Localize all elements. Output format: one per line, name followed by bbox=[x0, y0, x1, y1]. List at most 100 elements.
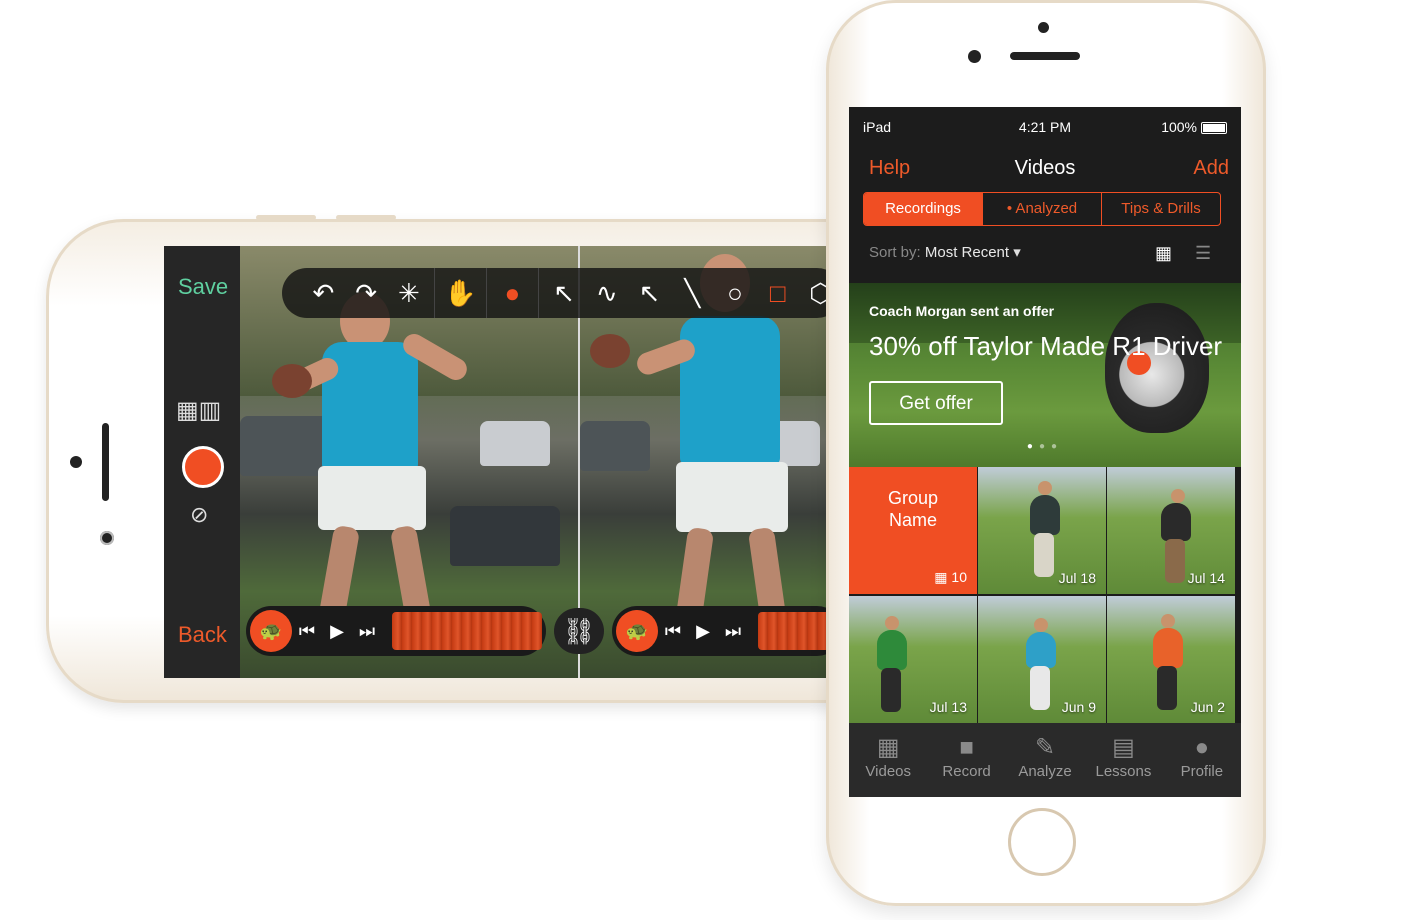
lessons-icon: ▤ bbox=[1112, 734, 1135, 761]
group-tile[interactable]: Group Name ▦ 10 bbox=[849, 467, 977, 594]
tab-analyzed[interactable]: • Analyzed bbox=[983, 193, 1102, 225]
filter-segmented-control: Recordings • Analyzed Tips & Drills bbox=[863, 192, 1221, 226]
tab-tips-drills[interactable]: Tips & Drills bbox=[1102, 193, 1220, 225]
play-icon[interactable]: ▶ bbox=[688, 621, 718, 642]
video-tile[interactable]: Jun 9 bbox=[978, 596, 1106, 723]
video-date: Jul 18 bbox=[1058, 570, 1096, 586]
video-tile[interactable]: Jul 18 bbox=[978, 467, 1106, 594]
step-forward-icon[interactable]: ⏭ bbox=[718, 621, 748, 642]
group-name: Group Name bbox=[849, 487, 977, 531]
list-view-icon[interactable]: ☰ bbox=[1195, 243, 1211, 264]
golfer-head bbox=[1161, 614, 1175, 628]
group-count: ▦ 10 bbox=[934, 569, 967, 586]
mic-off-icon[interactable]: ⊘ bbox=[190, 502, 208, 528]
tab-lessons[interactable]: ▤ Lessons bbox=[1084, 723, 1162, 797]
chevron-down-icon: ▾ bbox=[1013, 244, 1021, 261]
tab-videos[interactable]: ▦ Videos bbox=[849, 723, 927, 797]
sort-value: Most Recent bbox=[924, 244, 1010, 261]
front-camera bbox=[100, 531, 114, 545]
camera-icon: ■ bbox=[959, 734, 974, 761]
add-button[interactable]: Add bbox=[1193, 157, 1229, 180]
tab-label: Record bbox=[942, 763, 991, 780]
video-date: Jun 2 bbox=[1190, 699, 1225, 715]
page-title: Videos bbox=[1014, 157, 1076, 179]
redo-icon[interactable]: ↷ bbox=[345, 268, 388, 318]
hand-icon[interactable]: ✋ bbox=[439, 268, 482, 318]
golfer-body bbox=[1030, 495, 1060, 535]
video-tile[interactable]: Jul 13 bbox=[849, 596, 977, 723]
video-tile[interactable]: Jun 2 bbox=[1107, 596, 1235, 723]
group-count-value: 10 bbox=[951, 569, 967, 585]
battery-icon bbox=[1201, 122, 1227, 134]
grid-view-icon[interactable]: ▦ bbox=[1155, 243, 1172, 264]
home-button[interactable] bbox=[1008, 808, 1076, 876]
video-tile[interactable]: Jul 14 bbox=[1107, 467, 1235, 594]
video-date: Jun 9 bbox=[1061, 699, 1096, 715]
tab-label: Lessons bbox=[1095, 763, 1152, 780]
toolbar-separator bbox=[485, 268, 487, 318]
hexagon-icon[interactable]: ⬡ bbox=[799, 268, 826, 318]
get-offer-button[interactable]: Get offer bbox=[869, 381, 1003, 425]
toolbar-separator bbox=[537, 268, 539, 318]
analyzer-sidebar: Save ▦▥ ⊘ Back bbox=[164, 246, 240, 678]
golfer-legs bbox=[1034, 533, 1054, 577]
golfer-legs bbox=[1030, 666, 1050, 710]
flash-icon[interactable]: ✳ bbox=[388, 268, 431, 318]
frame-scrubber[interactable] bbox=[392, 612, 542, 650]
offer-banner[interactable]: Coach Morgan sent an offer 30% off Taylo… bbox=[849, 283, 1241, 467]
curved-arrow-icon[interactable]: ↖ bbox=[543, 268, 586, 318]
curve-icon[interactable]: ∿ bbox=[585, 268, 628, 318]
film-icon: ▦ bbox=[934, 569, 948, 585]
undo-icon[interactable]: ↶ bbox=[302, 268, 345, 318]
golfer-body bbox=[1026, 632, 1056, 668]
golfer-body bbox=[877, 630, 907, 670]
golfer-body bbox=[1161, 503, 1191, 541]
sensor-dot bbox=[1038, 22, 1049, 33]
person-torso bbox=[680, 316, 780, 466]
driver-club-image bbox=[1105, 303, 1209, 433]
video-grid: Group Name ▦ 10 Jul 18 Jul 14 Jul 13 Jun… bbox=[849, 467, 1241, 723]
circle-icon[interactable]: ○ bbox=[714, 268, 757, 318]
arrow-icon[interactable]: ↖ bbox=[628, 268, 671, 318]
sort-prefix: Sort by: bbox=[869, 244, 921, 261]
tab-recordings[interactable]: Recordings bbox=[864, 193, 983, 225]
play-icon[interactable]: ▶ bbox=[322, 621, 352, 642]
tab-profile[interactable]: ● Profile bbox=[1163, 723, 1241, 797]
volume-button bbox=[256, 215, 316, 220]
color-drop-icon[interactable]: ● bbox=[491, 268, 534, 318]
tab-label: Analyze bbox=[1018, 763, 1072, 780]
person-shorts bbox=[676, 462, 788, 532]
turtle-icon[interactable]: 🐢 bbox=[250, 610, 292, 652]
record-icon[interactable] bbox=[182, 446, 224, 488]
save-button[interactable]: Save bbox=[178, 274, 228, 300]
square-icon[interactable]: □ bbox=[756, 268, 799, 318]
step-back-icon[interactable]: ⏮ bbox=[658, 621, 688, 642]
battery-percent: 100% bbox=[1161, 119, 1197, 135]
status-bar: iPad 4:21 PM 100% bbox=[849, 107, 1241, 147]
tab-label: Profile bbox=[1180, 763, 1224, 780]
frame-scrubber[interactable] bbox=[758, 612, 826, 650]
group-name-line: Name bbox=[888, 510, 937, 530]
nav-bar: Help Videos Add bbox=[849, 147, 1241, 191]
person-icon: ● bbox=[1194, 734, 1210, 761]
golfer-body bbox=[1153, 628, 1183, 668]
step-forward-icon[interactable]: ⏭ bbox=[352, 621, 382, 642]
tab-bar: ▦ Videos ■ Record ✎ Analyze ▤ Lessons ● … bbox=[849, 723, 1241, 797]
film-split-icon[interactable]: ▦▥ bbox=[176, 396, 221, 425]
step-back-icon[interactable]: ⏮ bbox=[292, 621, 322, 642]
back-button[interactable]: Back bbox=[178, 622, 227, 648]
turtle-icon[interactable]: 🐢 bbox=[616, 610, 658, 652]
sort-dropdown[interactable]: Sort by: Most Recent ▾ bbox=[869, 243, 1021, 261]
speaker-slot bbox=[102, 423, 109, 501]
offer-headline: 30% off Taylor Made R1 Driver bbox=[869, 331, 1223, 361]
tab-record[interactable]: ■ Record bbox=[927, 723, 1005, 797]
playback-bar-left: 🐢 ⏮ ▶ ⏭ bbox=[246, 606, 546, 656]
golfer-head bbox=[1038, 481, 1052, 495]
page-indicator[interactable]: ●●● bbox=[849, 441, 1241, 452]
volume-button bbox=[336, 215, 396, 220]
golfer-legs bbox=[1165, 539, 1185, 583]
line-icon[interactable]: ╲ bbox=[671, 268, 714, 318]
link-icon[interactable]: ⛓ bbox=[554, 608, 604, 654]
tab-analyze[interactable]: ✎ Analyze bbox=[1006, 723, 1084, 797]
parked-car bbox=[450, 506, 560, 566]
